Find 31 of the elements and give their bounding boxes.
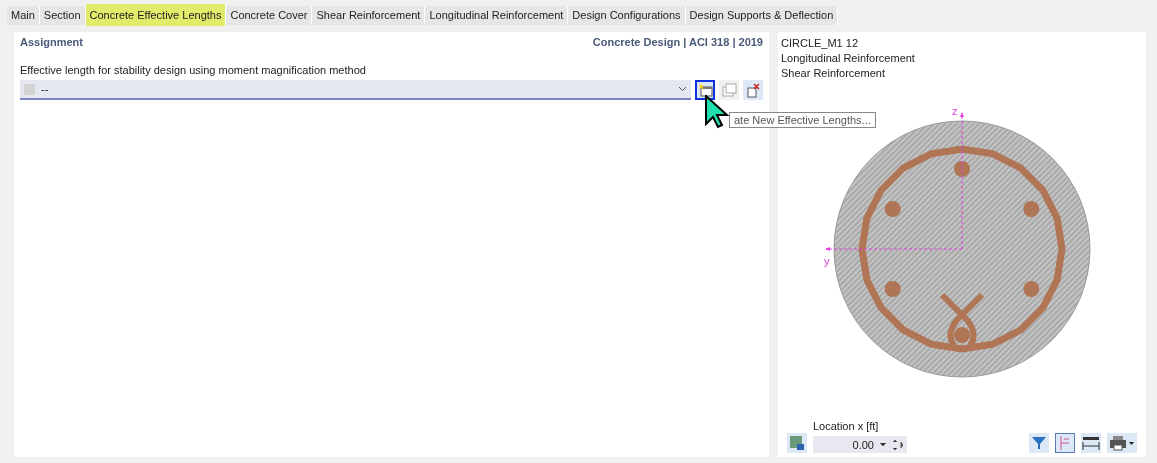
field-label: Effective length for stability design using moment magnification method xyxy=(20,64,367,76)
dimension-button[interactable] xyxy=(1081,433,1101,453)
tab[interactable]: Design Supports & Deflection xyxy=(685,6,839,25)
spinner-arrows-icon xyxy=(879,439,903,450)
section-info-line: Shear Reinforcement xyxy=(781,66,886,81)
tab[interactable]: Concrete Effective Lengths xyxy=(85,4,227,26)
tab[interactable]: Design Configurations xyxy=(568,6,686,25)
chevron-icon xyxy=(678,86,687,92)
location-label: Location x [ft] xyxy=(813,420,880,432)
tab[interactable]: Concrete Cover xyxy=(226,6,313,25)
axis-label: z xyxy=(952,109,958,117)
tab[interactable]: Longitudinal Reinforcement xyxy=(425,6,569,25)
print-button[interactable] xyxy=(1107,433,1137,453)
delete-button[interactable] xyxy=(743,80,763,100)
display-button[interactable] xyxy=(787,433,807,453)
tooltip: ate New Effective Lengths... xyxy=(729,112,876,128)
axis-label: y xyxy=(824,255,830,267)
section-info-line: Longitudinal Reinforcement xyxy=(781,51,916,66)
section-title: Assignment xyxy=(20,36,83,48)
section-info-line: CIRCLE_M1 12 xyxy=(781,36,860,51)
tab[interactable]: Section xyxy=(39,6,86,25)
axes-button[interactable] xyxy=(1055,433,1075,453)
filter-button[interactable] xyxy=(1029,433,1049,453)
standard-label: Concrete Design | ACI 318 | 2019 xyxy=(592,36,763,48)
tab[interactable]: Shear Reinforcement xyxy=(312,6,426,25)
cursor-icon xyxy=(705,95,729,129)
tab[interactable]: Main xyxy=(7,6,40,25)
effective-length-select[interactable]: -- xyxy=(20,80,691,100)
swatch-icon xyxy=(24,83,35,95)
axes-icon xyxy=(1058,435,1072,451)
location-spinbox[interactable]: 0.00 xyxy=(813,436,907,453)
